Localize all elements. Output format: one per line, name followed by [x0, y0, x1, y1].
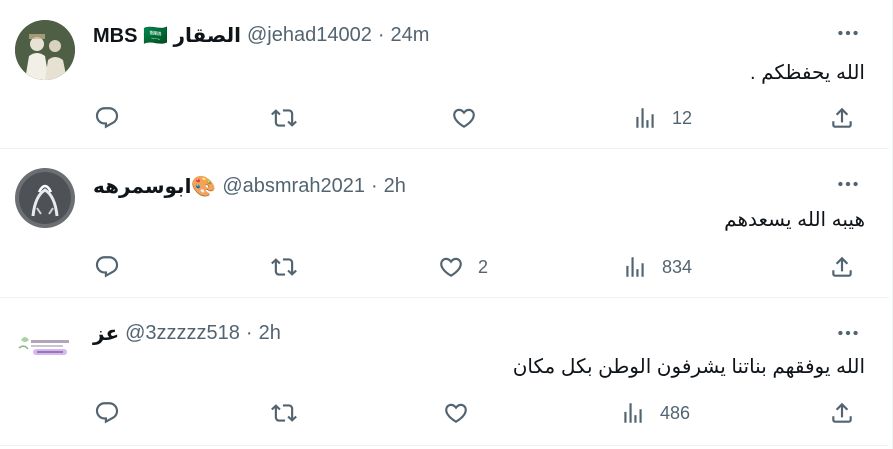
- avatar[interactable]: [15, 314, 75, 374]
- share-icon: [829, 105, 855, 131]
- heart-icon: [443, 400, 469, 426]
- views-icon: [620, 400, 646, 426]
- display-name[interactable]: عز: [93, 321, 119, 346]
- share-button[interactable]: [829, 103, 855, 133]
- tweet[interactable]: ابوسمرهه🎨 @absmrah2021 · 2h هيبه الله يس…: [0, 149, 889, 298]
- more-options-icon[interactable]: [835, 171, 861, 197]
- like-button[interactable]: [443, 398, 469, 428]
- more-options-icon[interactable]: [835, 320, 861, 346]
- retweet-button[interactable]: [271, 252, 297, 282]
- share-icon: [829, 254, 855, 280]
- timestamp[interactable]: 2h: [259, 322, 281, 345]
- avatar[interactable]: [15, 168, 75, 228]
- reply-button[interactable]: [94, 398, 120, 428]
- action-bar: 12: [0, 103, 889, 133]
- avatar[interactable]: [15, 20, 75, 80]
- action-bar: 486: [0, 398, 889, 428]
- views-icon: [632, 105, 658, 131]
- share-icon: [829, 400, 855, 426]
- display-name[interactable]: ابوسمرهه🎨: [93, 174, 216, 199]
- views-button[interactable]: 834: [622, 252, 692, 282]
- like-button[interactable]: 2: [438, 252, 488, 282]
- tweet[interactable]: MBS 🇸🇦 الصقار @jehad14002 · 24m الله يحف…: [0, 0, 889, 149]
- reply-button[interactable]: [94, 252, 120, 282]
- more-options-icon[interactable]: [835, 20, 861, 46]
- share-button[interactable]: [829, 252, 855, 282]
- retweet-icon: [271, 254, 297, 280]
- reply-button[interactable]: [94, 103, 120, 133]
- tweet-header: ابوسمرهه🎨 @absmrah2021 · 2h: [93, 174, 406, 199]
- tweet-header: MBS 🇸🇦 الصقار @jehad14002 · 24m: [93, 23, 429, 48]
- user-handle[interactable]: @absmrah2021: [222, 175, 365, 198]
- views-count: 486: [660, 402, 691, 423]
- heart-icon: [451, 105, 477, 131]
- separator-dot: ·: [245, 322, 253, 344]
- display-name[interactable]: MBS 🇸🇦 الصقار: [93, 23, 241, 48]
- tweet-text: هيبه الله يسعدهم: [724, 209, 865, 231]
- retweet-button[interactable]: [271, 398, 297, 428]
- user-handle[interactable]: @3zzzzz518: [125, 322, 240, 345]
- views-count: 834: [662, 256, 693, 277]
- user-handle[interactable]: @jehad14002: [247, 24, 372, 47]
- separator-dot: ·: [370, 175, 378, 197]
- views-icon: [622, 254, 648, 280]
- views-button[interactable]: 486: [620, 398, 690, 428]
- timestamp[interactable]: 24m: [391, 24, 430, 47]
- tweet-text: الله يحفظكم .: [749, 62, 865, 84]
- share-button[interactable]: [829, 398, 855, 428]
- retweet-button[interactable]: [271, 103, 297, 133]
- like-count: 2: [478, 256, 489, 277]
- retweet-icon: [271, 400, 297, 426]
- views-count: 12: [672, 107, 693, 128]
- action-bar: 2 834: [0, 252, 889, 282]
- heart-icon: [438, 254, 464, 280]
- reply-icon: [94, 254, 120, 280]
- reply-feed: MBS 🇸🇦 الصقار @jehad14002 · 24m الله يحف…: [0, 0, 893, 449]
- views-button[interactable]: 12: [632, 103, 692, 133]
- retweet-icon: [271, 105, 297, 131]
- reply-icon: [94, 105, 120, 131]
- like-button[interactable]: [451, 103, 477, 133]
- tweet-header: عز @3zzzzz518 · 2h: [93, 321, 281, 346]
- tweet-text: الله يوفقهم بناتنا يشرفون الوطن بكل مكان: [512, 356, 865, 378]
- timestamp[interactable]: 2h: [384, 175, 406, 198]
- tweet[interactable]: عز @3zzzzz518 · 2h الله يوفقهم بناتنا يش…: [0, 298, 889, 446]
- separator-dot: ·: [377, 24, 385, 46]
- reply-icon: [94, 400, 120, 426]
